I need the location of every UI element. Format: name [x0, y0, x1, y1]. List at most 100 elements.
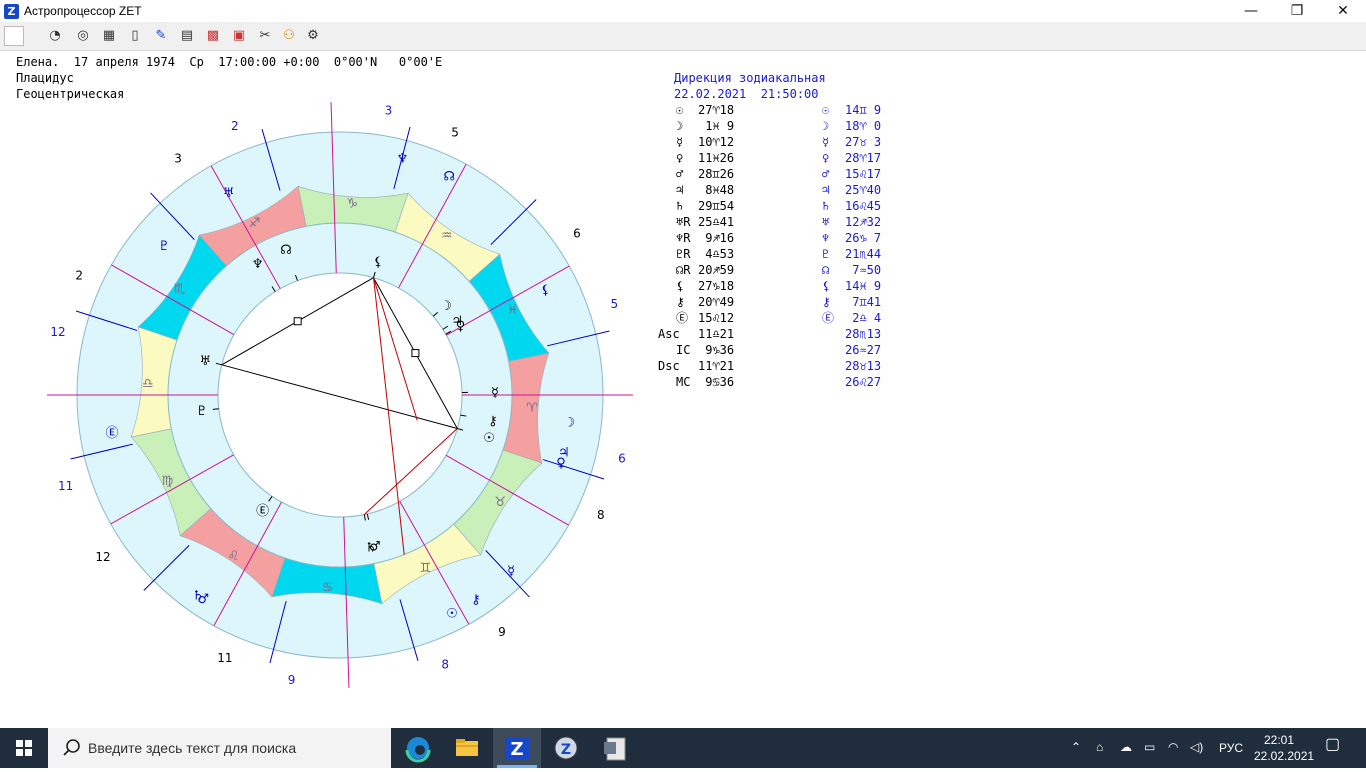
natal-planet-glyph: ☉ — [483, 431, 495, 446]
language-indicator[interactable]: РУС — [1219, 741, 1243, 755]
print-icon[interactable]: ▤ — [176, 25, 198, 47]
directed-position: 14♊ 9 — [845, 102, 881, 118]
natal-point-glyph: ♆R — [676, 230, 690, 246]
natal-planet-glyph: Ⓔ — [256, 504, 269, 519]
dotted-frame-icon[interactable]: ▣ — [228, 25, 250, 47]
directed-position: 18♈ 0 — [845, 118, 881, 134]
chart-wheel-icon[interactable]: ◔ — [44, 25, 66, 47]
blank-tool-icon[interactable] — [4, 26, 24, 46]
directed-planet-glyph: Ⓔ — [106, 426, 119, 441]
aspect-square-marker — [412, 350, 419, 357]
natal-point-glyph: ♇R — [676, 246, 690, 262]
directed-planet-glyph: ♆ — [397, 152, 409, 167]
directed-planet-glyph: ☿ — [507, 564, 515, 579]
close-button[interactable]: ✕ — [1320, 0, 1366, 22]
zodiac-sign-glyph: ♐ — [249, 216, 261, 231]
cloud-icon[interactable]: ☁ — [1120, 740, 1132, 754]
volume-icon[interactable]: ◁) — [1190, 740, 1203, 754]
battery-icon[interactable]: ▭ — [1144, 740, 1155, 754]
file-explorer-icon[interactable] — [443, 728, 491, 768]
zet-chart-taskbar-icon[interactable]: Z — [542, 728, 590, 768]
toolbar: ◔ ◎ ▦ ▯ ✎ ▤ ▩ ▣ ✂ ⚇ ⚙ — [0, 22, 1366, 51]
directed-position: 28♉13 — [845, 358, 881, 374]
directed-position: 26♑ 7 — [845, 230, 881, 246]
start-button[interactable] — [0, 728, 48, 768]
directed-position: 28♈17 — [845, 150, 881, 166]
natal-planet-glyph: ⚸ — [373, 255, 383, 270]
zet-app-taskbar-icon[interactable]: Z — [493, 728, 541, 768]
aspect-circle — [218, 273, 462, 517]
natal-planet-tick — [213, 409, 219, 410]
natal-point-glyph: ♅R — [676, 214, 690, 230]
directed-point-glyph: ♇ — [822, 246, 829, 262]
directed-position: 26♒27 — [845, 342, 881, 358]
tools-icon[interactable]: ✂ — [254, 25, 276, 47]
natal-point-glyph: ☉ — [676, 102, 683, 118]
natal-point-glyph: IC — [676, 342, 690, 358]
directed-position: 14♓ 9 — [845, 278, 881, 294]
natal-house-number: 12 — [95, 550, 110, 564]
directed-planet-glyph: ♅ — [223, 186, 235, 201]
pen-icon[interactable]: ✎ — [150, 25, 172, 47]
clock-icon[interactable]: ◎ — [72, 25, 94, 47]
directed-planet-glyph: ⚷ — [471, 592, 481, 607]
notification-icon[interactable]: ▢ — [1325, 738, 1340, 752]
directed-house-number: 9 — [288, 673, 296, 687]
document-app-icon[interactable] — [592, 728, 640, 768]
directed-position: 12♐32 — [845, 214, 881, 230]
natal-point-glyph: MC — [676, 374, 690, 390]
search-input[interactable]: Введите здесь текст для поиска — [88, 739, 296, 757]
natal-house-number: 9 — [498, 625, 506, 639]
directed-house-number: 2 — [231, 119, 239, 133]
natal-house-number: 3 — [174, 151, 182, 165]
directed-point-glyph: ☽ — [822, 118, 829, 134]
directed-planet-glyph: ⚸ — [541, 283, 551, 298]
document-icon[interactable]: ▯ — [124, 25, 146, 47]
natal-position: 27♑18 — [698, 278, 734, 294]
natal-planet-glyph: ♇ — [196, 404, 208, 419]
zodiac-sign-glyph: ♉ — [494, 495, 506, 510]
restore-button[interactable]: ❐ — [1274, 0, 1320, 22]
directed-point-glyph: ♀ — [822, 150, 829, 166]
natal-point-glyph: Ⓔ — [676, 310, 688, 326]
zodiac-sign-glyph: ♋ — [322, 581, 334, 596]
natal-planet-glyph: ♆ — [252, 257, 264, 272]
natal-position: 28♊26 — [698, 166, 734, 182]
edge-browser-icon[interactable] — [394, 728, 442, 768]
wifi-icon[interactable]: ◠ — [1168, 740, 1178, 754]
grid-table-icon[interactable]: ▦ — [98, 25, 120, 47]
directed-point-glyph: ☊ — [822, 262, 829, 278]
directed-planet-glyph: ☉ — [446, 606, 458, 621]
natal-point-glyph: ☽ — [676, 118, 683, 134]
meet-now-icon[interactable]: ⌂ — [1096, 740, 1103, 754]
directed-point-glyph: ⚸ — [822, 278, 831, 294]
bell-icon[interactable]: ⚇ — [278, 25, 300, 47]
natal-house-number: 6 — [573, 226, 581, 240]
chevron-up-icon[interactable]: ⌃ — [1071, 740, 1081, 754]
clock-time[interactable]: 22:01 — [1264, 733, 1294, 747]
directed-point-glyph: ☿ — [822, 134, 829, 150]
zodiac-sign-glyph: ♓ — [507, 303, 519, 318]
taskbar: Введите здесь текст для поиска Z Z ⌃ ⌂ ☁… — [0, 728, 1366, 768]
directed-position: 27♉ 3 — [845, 134, 881, 150]
natal-planet-glyph: ♅ — [199, 354, 211, 369]
directed-planet-glyph: ♇ — [158, 239, 170, 254]
natal-position: 20♐59 — [698, 262, 734, 278]
directed-position: 7♊41 — [845, 294, 881, 310]
search-box[interactable]: Введите здесь текст для поиска — [48, 728, 391, 768]
natal-point-glyph: ♀ — [676, 150, 683, 166]
info-icon[interactable]: ⚙ — [302, 25, 324, 47]
zodiac-sign-glyph: ♎ — [142, 376, 154, 391]
directed-point-glyph: ♅ — [822, 214, 829, 230]
natal-position: 11♎21 — [698, 326, 734, 342]
directed-point-glyph: Ⓔ — [822, 310, 834, 326]
directed-position: 2♎ 4 — [845, 310, 881, 326]
natal-position: 10♈12 — [698, 134, 734, 150]
directed-house-number: 6 — [618, 451, 626, 465]
svg-text:Z: Z — [510, 739, 523, 760]
minimize-button[interactable]: — — [1228, 0, 1274, 22]
clock-date[interactable]: 22.02.2021 — [1254, 749, 1314, 763]
natal-point-glyph: ♂ — [676, 166, 683, 182]
colored-grid-icon[interactable]: ▩ — [202, 25, 224, 47]
directed-point-glyph: ♆ — [822, 230, 829, 246]
